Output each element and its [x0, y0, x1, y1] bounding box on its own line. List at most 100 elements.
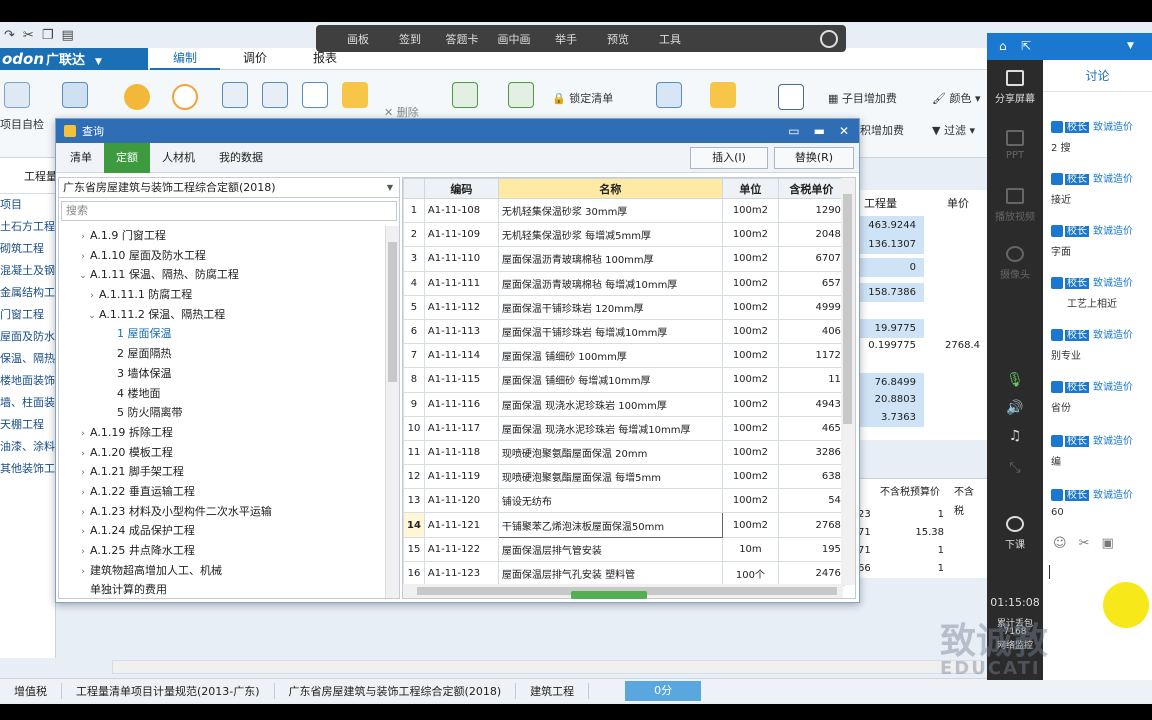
tree-node[interactable]: › A.1.10 屋面及防水工程	[59, 246, 385, 266]
row-index[interactable]: 1	[403, 197, 425, 224]
color-button[interactable]: 🖌 颜色 ▾	[932, 90, 981, 106]
tree-node[interactable]: 1 屋面保温	[59, 324, 385, 344]
tree-item[interactable]: 混凝土及钢筋	[0, 260, 55, 282]
col-code[interactable]: 编码	[423, 178, 499, 199]
cell-unit[interactable]: 100m2	[721, 464, 779, 490]
col-price[interactable]: 含税单价	[777, 178, 845, 199]
tree-node[interactable]: ⌄ A.1.11 保温、隔热、防腐工程	[59, 265, 385, 285]
tree-node[interactable]: › A.1.25 井点降水工程	[59, 541, 385, 561]
tab-my-data[interactable]: 我的数据	[207, 143, 275, 173]
row-index[interactable]: 2	[403, 222, 425, 248]
person-flow-icon[interactable]	[656, 82, 682, 108]
tree-node[interactable]: 4 楼地面	[59, 384, 385, 404]
tree-item[interactable]: 屋面及防水工	[0, 326, 55, 348]
export-icon[interactable]: ⇱	[1021, 39, 1031, 53]
col-unit[interactable]: 单位	[721, 178, 779, 199]
cloud-price-icon[interactable]	[124, 84, 150, 110]
tab-labor-material[interactable]: 人材机	[150, 143, 207, 173]
tree-item[interactable]: 门窗工程	[0, 304, 55, 326]
camera-button[interactable]: 摄像头	[987, 246, 1043, 281]
tree-node[interactable]: › A.1.20 模板工程	[59, 443, 385, 463]
search-input[interactable]: 搜索	[61, 201, 397, 221]
cell-code[interactable]: A1-11-117	[423, 415, 499, 441]
tree-item[interactable]: 土石方工程	[0, 216, 55, 238]
bg-cell[interactable]: 136.1307	[858, 235, 924, 254]
chevron-right-icon[interactable]: ›	[76, 543, 90, 563]
tree-node[interactable]: › A.1.22 垂直运输工程	[59, 482, 385, 502]
tree-item[interactable]: 天棚工程	[0, 414, 55, 436]
cell-name[interactable]: 现喷硬泡聚氨酯屋面保温 每增5mm	[497, 464, 723, 490]
bg-cell[interactable]: 158.7386	[858, 283, 924, 302]
emoji-icon[interactable]: ☺	[1053, 536, 1067, 551]
folder-icon[interactable]	[342, 82, 368, 108]
home-icon[interactable]: ⌂	[999, 39, 1007, 53]
table-row[interactable]: 12 A1-11-119 现喷硬泡聚氨酯屋面保温 每增5mm 100m2 638	[403, 464, 845, 490]
tree-item[interactable]: 项目	[0, 194, 55, 216]
cell-price[interactable]: 2768	[777, 512, 845, 538]
cloud-sync-icon[interactable]	[172, 84, 198, 110]
cell-unit[interactable]: 100m2	[721, 415, 779, 441]
row-index[interactable]: 13	[403, 488, 425, 514]
tree-node[interactable]: 单独计算的费用	[59, 580, 385, 598]
cell-unit[interactable]: 100m2	[721, 512, 779, 538]
tree-item[interactable]: 保温、隔热、	[0, 348, 55, 370]
row-index[interactable]: 16	[403, 560, 425, 587]
grid-scrollbar[interactable]	[841, 178, 855, 585]
col-name[interactable]: 名称	[497, 178, 723, 199]
cell-code[interactable]: A1-11-116	[423, 391, 499, 417]
cell-code[interactable]: A1-11-122	[423, 536, 499, 562]
search-doc-icon[interactable]	[62, 82, 88, 108]
grid-icon[interactable]	[452, 82, 478, 108]
cell-price[interactable]: 4999	[777, 294, 845, 320]
music-icon[interactable]: ♫	[987, 428, 1043, 444]
meet-preview[interactable]: 预览	[592, 31, 644, 47]
row-index[interactable]: 12	[403, 464, 425, 490]
copy-icon[interactable]: ❐	[42, 28, 54, 43]
cell-code[interactable]: A1-11-111	[423, 270, 499, 296]
tree-node[interactable]: › A.1.24 成品保护工程	[59, 521, 385, 541]
tree-item[interactable]: 墙、柱面装饰	[0, 392, 55, 414]
cell-name[interactable]: 屋面保温沥青玻璃棉毡 100mm厚	[497, 246, 723, 272]
tree-node[interactable]: › 建筑物超高增加人工、机械	[59, 561, 385, 581]
play-video-button[interactable]: 播放视频	[987, 188, 1043, 223]
tree-node[interactable]: 3 墙体保温	[59, 364, 385, 384]
table-row[interactable]: 13 A1-11-120 铺设无纺布 100m2 54	[403, 488, 845, 514]
tab-quota[interactable]: 定额	[104, 142, 150, 173]
cell-price[interactable]: 1172	[777, 343, 845, 369]
collapse-icon[interactable]: ▼	[1127, 41, 1134, 51]
yen-icon[interactable]	[710, 82, 736, 108]
cell-price[interactable]: 54	[777, 488, 845, 514]
cell-code[interactable]: A1-11-123	[423, 560, 499, 587]
tree-node[interactable]: › A.1.19 拆除工程	[59, 423, 385, 443]
sub-add-fee-button[interactable]: ▦ 子目增加费	[828, 90, 897, 106]
chevron-right-icon[interactable]: ›	[76, 425, 90, 445]
cell-price[interactable]: 2476	[777, 560, 845, 587]
row-index[interactable]: 9	[403, 391, 425, 417]
speaker-icon[interactable]: 🔊	[987, 400, 1043, 416]
cell-unit[interactable]: 100m2	[721, 318, 779, 345]
main-hscrollbar[interactable]	[112, 660, 982, 674]
row-index[interactable]: 10	[403, 415, 425, 441]
cell-unit[interactable]: 100m2	[721, 439, 779, 466]
table-row[interactable]: 1 A1-11-108 无机轻集保温砂浆 30mm厚 100m2 1290	[403, 197, 845, 224]
row-index[interactable]: 15	[403, 536, 425, 562]
insert-button[interactable]: 插入(I)	[690, 147, 768, 169]
add-doc-icon[interactable]	[302, 82, 328, 108]
chevron-right-icon[interactable]: ›	[76, 484, 90, 504]
scroll-thumb[interactable]	[843, 194, 852, 424]
end-class-button[interactable]: 下课	[987, 516, 1043, 551]
tree-item[interactable]: 砌筑工程	[0, 238, 55, 260]
cell-code[interactable]: A1-11-113	[423, 318, 499, 345]
table-row[interactable]: 6 A1-11-113 屋面保温干铺珍珠岩 每增减10mm厚 100m2 406	[403, 318, 845, 345]
table-arrow-icon[interactable]	[508, 82, 534, 108]
chevron-down-icon[interactable]: ⌄	[85, 307, 99, 327]
status-score[interactable]: 0分	[625, 680, 702, 701]
cell-price[interactable]: 465	[777, 415, 845, 441]
row-index[interactable]: 4	[403, 270, 425, 296]
table-row[interactable]: 16 A1-11-123 屋面保温层排气孔安装 塑料管 100个 2476	[403, 560, 845, 587]
bg-cell[interactable]: 0.199775	[858, 336, 924, 355]
tab-price-adjust[interactable]: 调价	[220, 48, 290, 70]
cell-price[interactable]: 4943	[777, 391, 845, 417]
cell-price[interactable]: 11	[777, 367, 845, 393]
meet-pip[interactable]: 画中画	[488, 31, 540, 47]
